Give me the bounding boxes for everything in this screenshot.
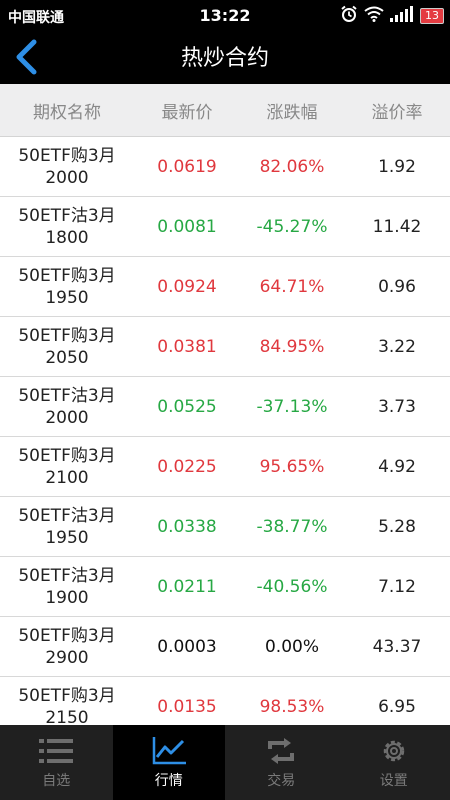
change-percent: -38.77% <box>256 516 328 537</box>
option-name-line2: 1900 <box>45 587 89 608</box>
table-row[interactable]: 50ETF沽3月 1950 0.0338 -38.77% 5.28 <box>0 497 450 557</box>
change-percent: 82.06% <box>259 156 325 177</box>
option-name: 50ETF购3月 2900 <box>0 625 134 669</box>
premium-rate: 0.96 <box>378 276 416 297</box>
option-name-line2: 1800 <box>45 227 89 248</box>
change-percent: 84.95% <box>259 336 325 357</box>
option-name-line1: 50ETF购3月 <box>18 625 116 646</box>
column-header-change[interactable]: 涨跌幅 <box>240 98 344 123</box>
tab-label: 自选 <box>42 772 71 789</box>
table-row[interactable]: 50ETF购3月 2000 0.0619 82.06% 1.92 <box>0 137 450 197</box>
table-row[interactable]: 50ETF沽3月 1800 0.0081 -45.27% 11.42 <box>0 197 450 257</box>
table-row[interactable]: 50ETF沽3月 1900 0.0211 -40.56% 7.12 <box>0 557 450 617</box>
tab-trade[interactable]: 交易 <box>225 725 338 800</box>
option-name: 50ETF沽3月 1900 <box>0 565 134 609</box>
table-row[interactable]: 50ETF购3月 2900 0.0003 0.00% 43.37 <box>0 617 450 677</box>
change-percent: 0.00% <box>264 636 319 657</box>
table-row[interactable]: 50ETF购3月 2150 0.0135 98.53% 6.95 <box>0 677 450 725</box>
status-icons: 13 <box>340 5 444 27</box>
premium-rate: 3.73 <box>378 396 416 417</box>
option-name-line1: 50ETF沽3月 <box>18 385 116 406</box>
change-percent: 98.53% <box>259 696 325 717</box>
option-name-line1: 50ETF沽3月 <box>18 505 116 526</box>
option-name-line1: 50ETF购3月 <box>18 265 116 286</box>
option-name-line2: 1950 <box>45 527 89 548</box>
change-percent: -40.56% <box>256 576 328 597</box>
option-name-line1: 50ETF沽3月 <box>18 565 116 586</box>
option-name: 50ETF购3月 2100 <box>0 445 134 489</box>
option-name-line1: 50ETF购3月 <box>18 145 116 166</box>
option-list[interactable]: 50ETF购3月 2000 0.0619 82.06% 1.92 50ETF沽3… <box>0 137 450 725</box>
option-name: 50ETF沽3月 2000 <box>0 385 134 429</box>
premium-rate: 1.92 <box>378 156 416 177</box>
alarm-icon <box>340 5 358 27</box>
option-name: 50ETF购3月 2150 <box>0 685 134 726</box>
column-header-price[interactable]: 最新价 <box>134 98 240 123</box>
change-percent: -45.27% <box>256 216 328 237</box>
table-header: 期权名称 最新价 涨跌幅 溢价率 <box>0 84 450 137</box>
option-name-line1: 50ETF购3月 <box>18 325 116 346</box>
page-title: 热炒合约 <box>180 46 269 71</box>
trade-icon <box>266 736 296 766</box>
table-row[interactable]: 50ETF购3月 2050 0.0381 84.95% 3.22 <box>0 317 450 377</box>
option-name-line1: 50ETF购3月 <box>18 685 116 706</box>
tab-market[interactable]: 行情 <box>112 725 225 800</box>
latest-price: 0.0338 <box>157 516 217 537</box>
option-name-line2: 2100 <box>45 467 89 488</box>
column-header-premium[interactable]: 溢价率 <box>344 98 450 123</box>
option-name-line2: 2900 <box>45 647 89 668</box>
latest-price: 0.0525 <box>157 396 217 417</box>
option-name: 50ETF沽3月 1950 <box>0 505 134 549</box>
wifi-icon <box>364 6 384 26</box>
option-name-line2: 2000 <box>45 407 89 428</box>
latest-price: 0.0381 <box>157 336 217 357</box>
premium-rate: 7.12 <box>378 576 416 597</box>
latest-price: 0.0135 <box>157 696 217 717</box>
tab-label: 交易 <box>267 772 296 789</box>
column-header-name[interactable]: 期权名称 <box>0 98 134 123</box>
tab-label: 设置 <box>379 772 408 789</box>
nav-bar: 热炒合约 <box>0 34 450 84</box>
latest-price: 0.0081 <box>157 216 217 237</box>
change-percent: 95.65% <box>259 456 325 477</box>
chart-icon <box>152 736 186 766</box>
premium-rate: 4.92 <box>378 456 416 477</box>
premium-rate: 11.42 <box>372 216 422 237</box>
tab-label: 行情 <box>154 772 183 789</box>
list-icon <box>39 736 74 766</box>
battery-icon: 13 <box>420 8 444 24</box>
change-percent: -37.13% <box>256 396 328 417</box>
signal-icon <box>390 6 414 26</box>
option-name-line2: 2000 <box>45 167 89 188</box>
table-row[interactable]: 50ETF沽3月 2000 0.0525 -37.13% 3.73 <box>0 377 450 437</box>
tab-bar: 自选 行情 交易 设置 <box>0 725 450 800</box>
tab-settings[interactable]: 设置 <box>338 725 450 800</box>
option-name: 50ETF购3月 1950 <box>0 265 134 309</box>
premium-rate: 6.95 <box>378 696 416 717</box>
option-name: 50ETF沽3月 1800 <box>0 205 134 249</box>
table-row[interactable]: 50ETF购3月 2100 0.0225 95.65% 4.92 <box>0 437 450 497</box>
option-name-line2: 2150 <box>45 707 89 726</box>
premium-rate: 5.28 <box>378 516 416 537</box>
option-name-line1: 50ETF购3月 <box>18 445 116 466</box>
tab-watchlist[interactable]: 自选 <box>0 725 113 800</box>
latest-price: 0.0211 <box>157 576 217 597</box>
premium-rate: 43.37 <box>372 636 422 657</box>
option-name-line2: 2050 <box>45 347 89 368</box>
option-name: 50ETF购3月 2000 <box>0 145 134 189</box>
option-name-line2: 1950 <box>45 287 89 308</box>
latest-price: 0.0924 <box>157 276 217 297</box>
screen: 中国联通 13:22 13 热炒合约 期权名称 最新价 涨跌幅 溢价率 50ET… <box>0 0 450 800</box>
status-bar: 中国联通 13:22 13 <box>0 0 450 34</box>
change-percent: 64.71% <box>259 276 325 297</box>
latest-price: 0.0225 <box>157 456 217 477</box>
table-row[interactable]: 50ETF购3月 1950 0.0924 64.71% 0.96 <box>0 257 450 317</box>
latest-price: 0.0003 <box>157 636 217 657</box>
gear-icon <box>380 736 408 766</box>
option-name-line1: 50ETF沽3月 <box>18 205 116 226</box>
option-name: 50ETF购3月 2050 <box>0 325 134 369</box>
premium-rate: 3.22 <box>378 336 416 357</box>
latest-price: 0.0619 <box>157 156 217 177</box>
